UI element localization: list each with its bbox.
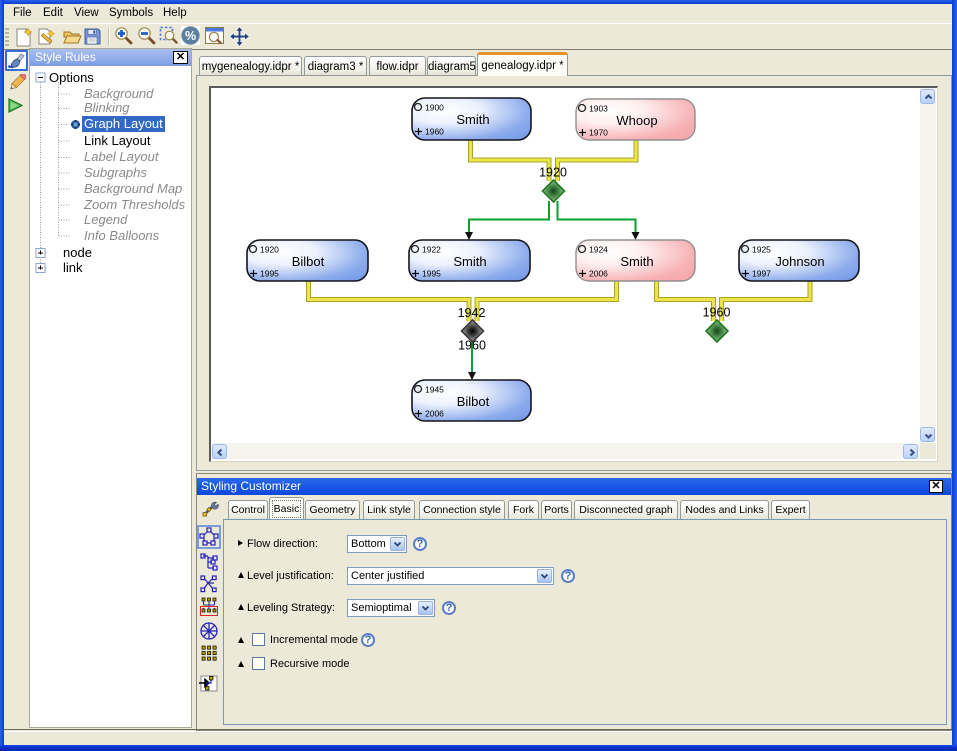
svg-text:1997: 1997 xyxy=(752,269,771,279)
svg-text:%: % xyxy=(185,29,196,43)
svg-text:1995: 1995 xyxy=(422,269,441,279)
svg-text:1924: 1924 xyxy=(589,245,608,255)
svg-text:Bilbot: Bilbot xyxy=(292,254,325,269)
svg-text:Bilbot: Bilbot xyxy=(457,394,490,409)
svg-text:1903: 1903 xyxy=(589,104,608,114)
svg-text:Whoop: Whoop xyxy=(616,113,657,128)
svg-text:1920: 1920 xyxy=(260,245,279,255)
svg-text:1970: 1970 xyxy=(589,128,608,138)
svg-text:Smith: Smith xyxy=(456,112,489,127)
svg-text:2006: 2006 xyxy=(589,269,608,279)
svg-text:1925: 1925 xyxy=(752,245,771,255)
svg-text:1922: 1922 xyxy=(422,245,441,255)
svg-text:1900: 1900 xyxy=(425,103,444,113)
svg-text:Johnson: Johnson xyxy=(775,254,824,269)
svg-text:1960: 1960 xyxy=(425,127,444,137)
svg-text:1942: 1942 xyxy=(458,306,486,320)
svg-text:1920: 1920 xyxy=(539,166,567,180)
svg-text:1995: 1995 xyxy=(260,269,279,279)
svg-text:2006: 2006 xyxy=(425,409,444,419)
svg-text:Smith: Smith xyxy=(453,254,486,269)
svg-text:Smith: Smith xyxy=(620,254,653,269)
svg-text:1960: 1960 xyxy=(703,306,731,320)
svg-text:1945: 1945 xyxy=(425,385,444,395)
svg-text:1960: 1960 xyxy=(458,339,486,353)
